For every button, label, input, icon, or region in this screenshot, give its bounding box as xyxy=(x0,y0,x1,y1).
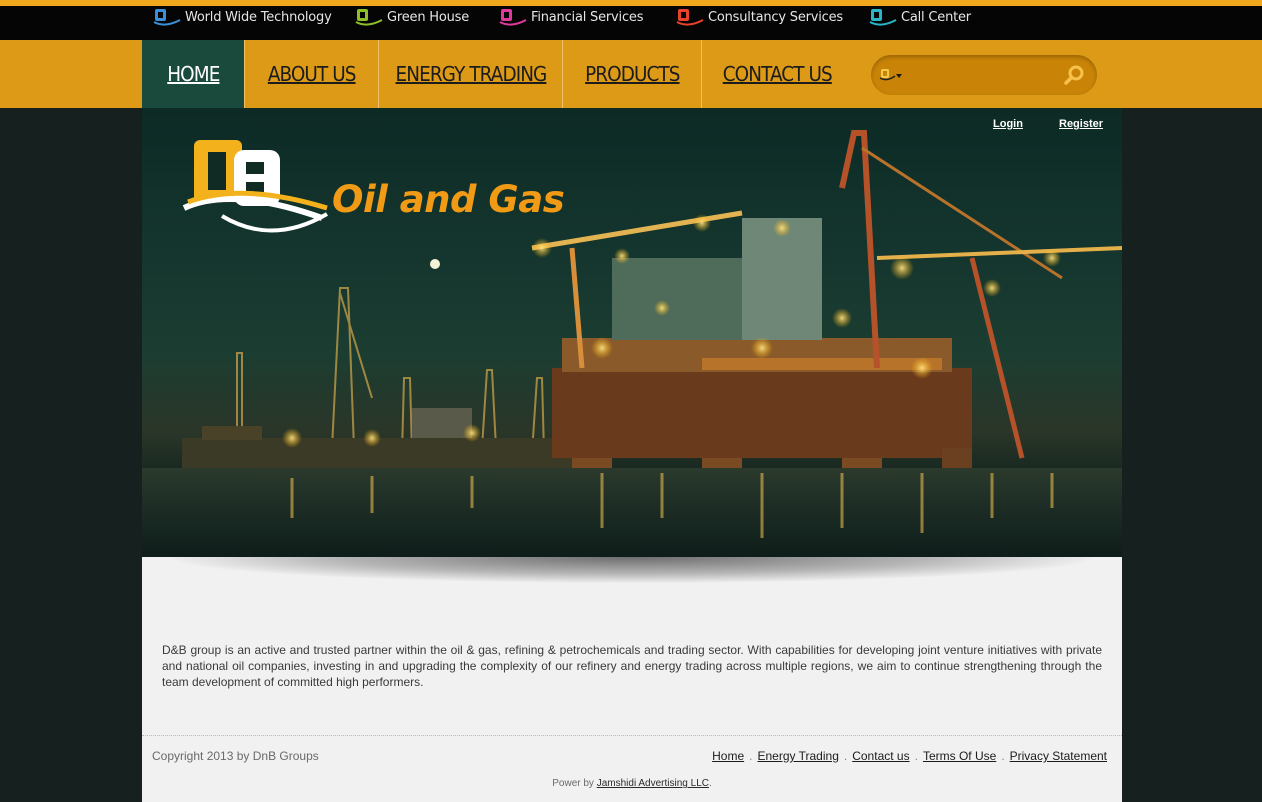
magnifier-icon[interactable] xyxy=(1063,64,1087,86)
search-input[interactable] xyxy=(907,63,1057,87)
nav-label: CONTACT US xyxy=(722,62,832,86)
sister-link-label: Financial Services xyxy=(531,9,644,25)
copyright-text: Copyright 2013 by DnB Groups xyxy=(152,749,319,763)
footer-link-privacy-statement[interactable]: Privacy Statement xyxy=(1010,749,1107,763)
db-logo-dropdown-icon[interactable] xyxy=(879,67,905,83)
footer-link-separator: . xyxy=(914,749,918,763)
footer-link-separator: . xyxy=(1001,749,1005,763)
footer-link-terms-of-use[interactable]: Terms Of Use xyxy=(923,749,996,763)
nav-about-us[interactable]: ABOUT US xyxy=(245,40,378,108)
nav-label: HOME xyxy=(166,62,220,86)
hero-banner: Login Register Oil and Gas xyxy=(142,108,1122,557)
nav-label: ENERGY TRADING xyxy=(395,62,547,86)
hero-drop-shadow xyxy=(172,557,1092,583)
footer-divider xyxy=(142,735,1122,736)
footer-link-energy-trading[interactable]: Energy Trading xyxy=(757,749,838,763)
sister-link-world-wide-technology[interactable]: World Wide Technology xyxy=(153,6,332,28)
powered-by-suffix: . xyxy=(708,778,712,789)
powered-by: Power by Jamshidi Advertising LLC. xyxy=(142,778,1122,789)
db-oil-gas-logo: Oil and Gas xyxy=(182,136,565,240)
db-logo-blue-icon xyxy=(153,7,181,27)
nav-products[interactable]: PRODUCTS xyxy=(563,40,701,108)
sister-link-label: World Wide Technology xyxy=(185,9,332,25)
sister-link-label: Consultancy Services xyxy=(708,9,843,25)
nav-contact-us[interactable]: CONTACT US xyxy=(702,40,852,108)
nav-home[interactable]: HOME xyxy=(142,40,244,108)
brand-title: Oil and Gas xyxy=(332,178,565,221)
db-logo-teal-icon xyxy=(869,7,897,27)
footer-link-separator: . xyxy=(749,749,753,763)
sister-link-label: Call Center xyxy=(901,9,971,25)
content-area: D&B group is an active and trusted partn… xyxy=(142,557,1122,802)
db-logo-pink-icon xyxy=(499,7,527,27)
sister-link-financial-services[interactable]: Financial Services xyxy=(499,6,643,28)
sister-link-call-center[interactable]: Call Center xyxy=(869,6,971,28)
intro-paragraph: D&B group is an active and trusted partn… xyxy=(162,643,1102,689)
search-box xyxy=(871,55,1097,95)
agency-link[interactable]: Jamshidi Advertising LLC xyxy=(597,778,709,789)
db-monogram-icon xyxy=(182,140,329,233)
nav-label: ABOUT US xyxy=(267,62,357,86)
footer-link-contact-us[interactable]: Contact us xyxy=(852,749,909,763)
footer-link-home[interactable]: Home xyxy=(712,749,744,763)
nav-label: PRODUCTS xyxy=(584,62,680,86)
footer-links: Home . Energy Trading . Contact us . Ter… xyxy=(712,749,1107,763)
powered-by-prefix: Power by xyxy=(552,778,594,789)
sister-link-label: Green House xyxy=(387,9,470,25)
register-link[interactable]: Register xyxy=(1059,118,1103,130)
footer-link-separator: . xyxy=(843,749,848,763)
sister-link-consultancy-services[interactable]: Consultancy Services xyxy=(676,6,843,28)
db-logo-red-icon xyxy=(676,7,704,27)
nav-energy-trading[interactable]: ENERGY TRADING xyxy=(379,40,562,108)
db-logo-green-icon xyxy=(355,7,383,27)
sister-link-green-house[interactable]: Green House xyxy=(355,6,469,28)
login-link[interactable]: Login xyxy=(993,118,1023,130)
